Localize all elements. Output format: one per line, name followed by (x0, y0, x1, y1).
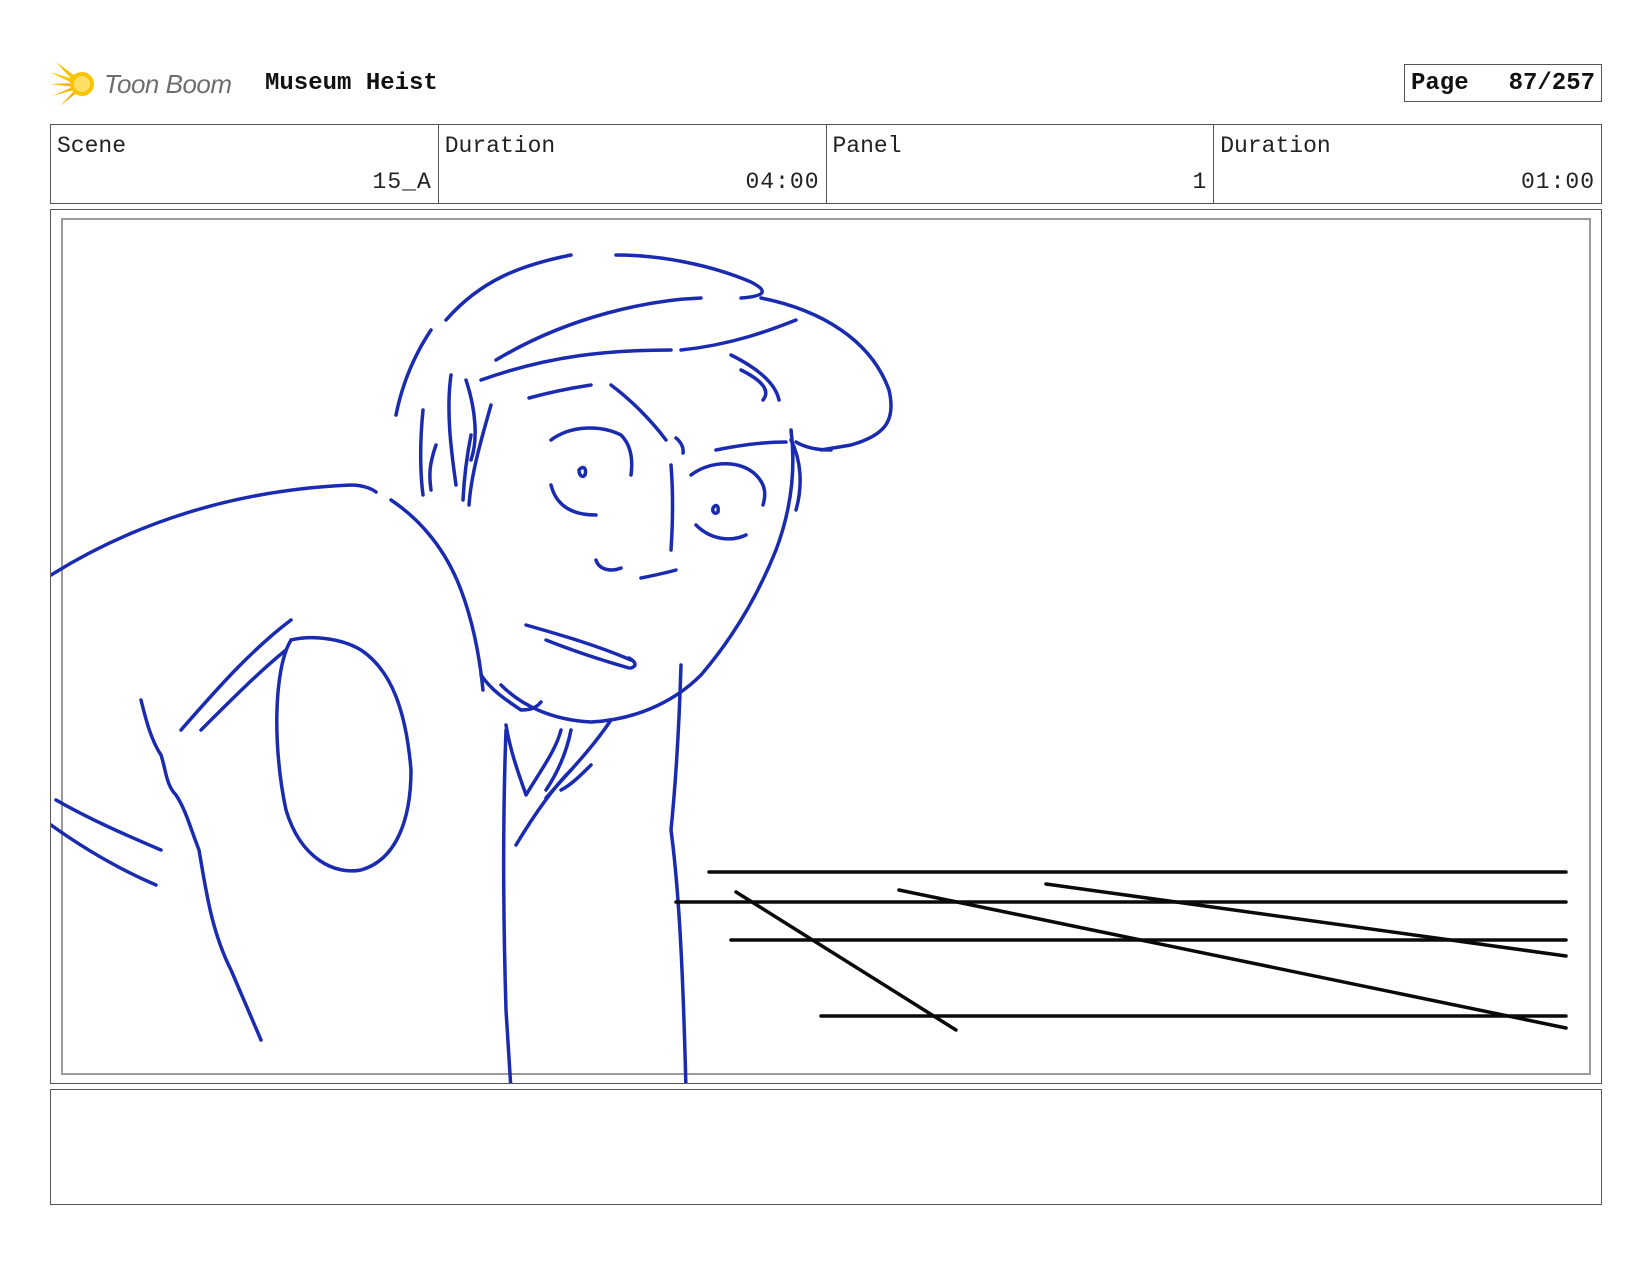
right-eye (689, 462, 767, 541)
shirt-fold (514, 768, 573, 847)
panel-notes (50, 1089, 1602, 1205)
left-eye (549, 426, 634, 517)
speed-lines (674, 870, 1568, 1032)
arm-strokes (179, 618, 293, 732)
speed-line-diag-1 (734, 890, 958, 1032)
right-pupil (711, 503, 720, 515)
left-eyebrow (527, 383, 668, 442)
character-sketch (51, 253, 893, 1083)
nose-bridge (669, 463, 675, 552)
scene-value: 15_A (372, 169, 432, 195)
hair-side-left (394, 328, 477, 497)
right-eyebrow (674, 436, 788, 455)
scene-cell: Scene 15_A (51, 125, 439, 203)
hair-outline (444, 253, 893, 452)
speed-line-diag-3 (1044, 882, 1568, 958)
scene-duration-cell: Duration 04:00 (439, 125, 827, 203)
shoulder (51, 483, 485, 692)
panel-duration-value: 01:00 (1520, 169, 1595, 195)
mouth (524, 623, 637, 670)
toon-boom-logo: Toon Boom (50, 56, 232, 112)
panel-sketch (51, 253, 1568, 1083)
hair-strands (479, 296, 798, 402)
panel-duration-label: Duration (1220, 133, 1331, 159)
torso-left (502, 728, 513, 1083)
scene-duration-value: 04:00 (745, 169, 820, 195)
nose (594, 558, 678, 580)
page-label: Page (1411, 69, 1469, 97)
panel-label: Panel (832, 133, 902, 159)
storyboard-header: Toon Boom Museum Heist Page 87/257 (50, 56, 1602, 116)
storyboard-panel (50, 209, 1602, 1084)
scene-duration-label: Duration (444, 133, 556, 159)
logo-text: Toon Boom (104, 68, 232, 99)
collar (479, 673, 613, 800)
page-number: 87/257 (1508, 69, 1595, 97)
panel-info-table: Scene 15_A Duration 04:00 Panel 1 Durati… (50, 124, 1602, 204)
panel-duration-cell: Duration 01:00 (1214, 125, 1601, 203)
starburst-icon (50, 62, 94, 106)
panel-value: 1 (1192, 169, 1208, 195)
page-indicator: Page 87/257 (1404, 64, 1602, 102)
panel-cell: Panel 1 (827, 125, 1215, 203)
scene-label: Scene (57, 133, 127, 159)
arm-outline (139, 698, 263, 1042)
motion-lines-left (51, 798, 163, 887)
project-title: Museum Heist (265, 70, 438, 97)
torso-right (669, 663, 688, 1083)
elbow-patch (275, 635, 413, 873)
left-pupil (577, 465, 588, 479)
